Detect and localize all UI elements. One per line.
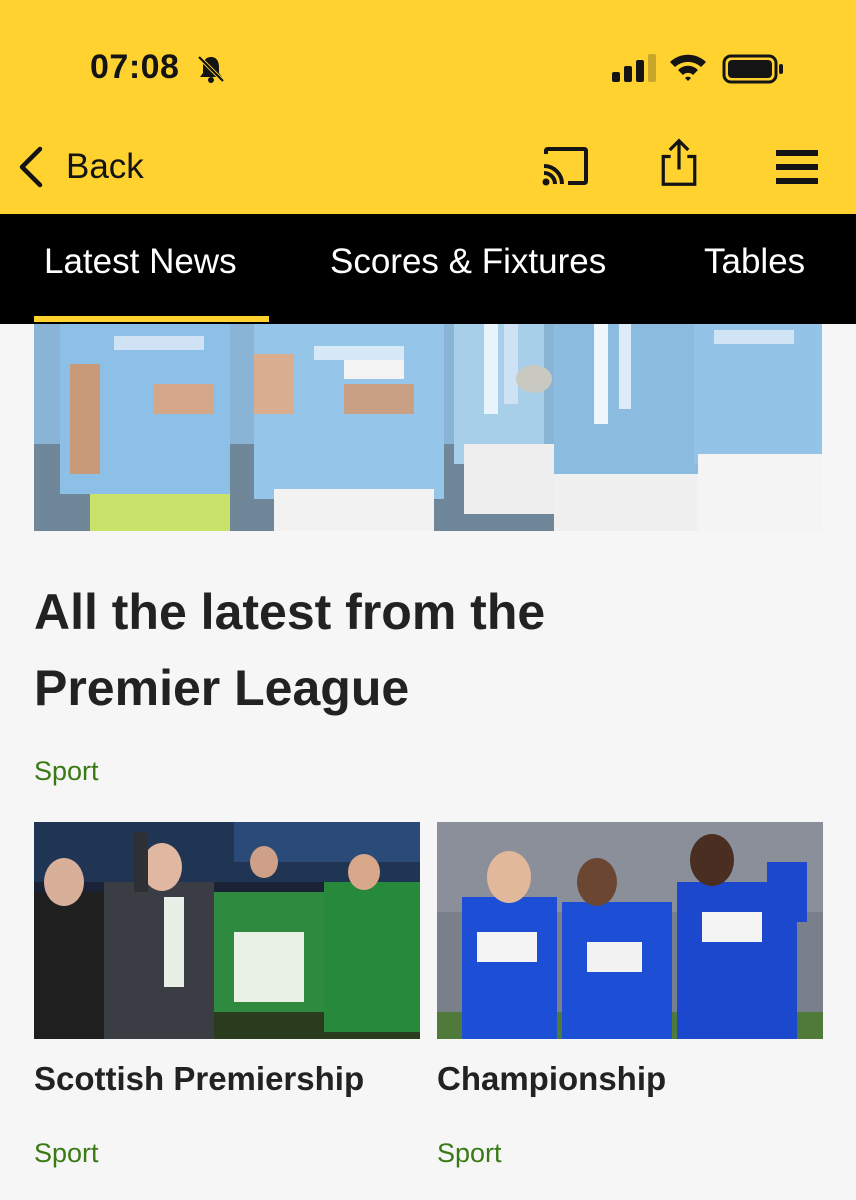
hero-category[interactable]: Sport [34, 756, 99, 787]
tab-scores-fixtures[interactable]: Scores & Fixtures [330, 242, 606, 282]
cast-icon[interactable] [540, 142, 590, 192]
tab-latest-news[interactable]: Latest News [44, 242, 237, 282]
chevron-left-icon [19, 146, 43, 188]
battery-icon [722, 54, 783, 84]
share-icon[interactable] [654, 138, 704, 188]
status-time: 07:08 [90, 48, 180, 86]
hero-headline[interactable]: All the latest from the Premier League [34, 574, 734, 726]
card-image-championship[interactable] [437, 822, 823, 1039]
wifi-icon [670, 54, 706, 81]
back-button[interactable]: Back [16, 144, 144, 190]
hero-image[interactable] [34, 324, 822, 531]
card-category-championship[interactable]: Sport [437, 1138, 502, 1169]
cellular-signal-icon [612, 54, 656, 82]
card-image-scottish-premiership[interactable] [34, 822, 420, 1039]
card-title-championship[interactable]: Championship [437, 1060, 666, 1098]
tab-tables[interactable]: Tables [704, 242, 805, 282]
bell-muted-icon [197, 55, 225, 83]
active-tab-indicator [34, 316, 269, 322]
menu-icon[interactable] [772, 142, 822, 192]
nav-bar: Back [0, 120, 856, 214]
back-label: Back [66, 147, 144, 186]
status-bar: 07:08 [0, 0, 856, 120]
card-title-scottish-premiership[interactable]: Scottish Premiership [34, 1060, 364, 1098]
card-category-scottish-premiership[interactable]: Sport [34, 1138, 99, 1169]
section-tabs: Latest News Scores & Fixtures Tables [0, 214, 856, 324]
